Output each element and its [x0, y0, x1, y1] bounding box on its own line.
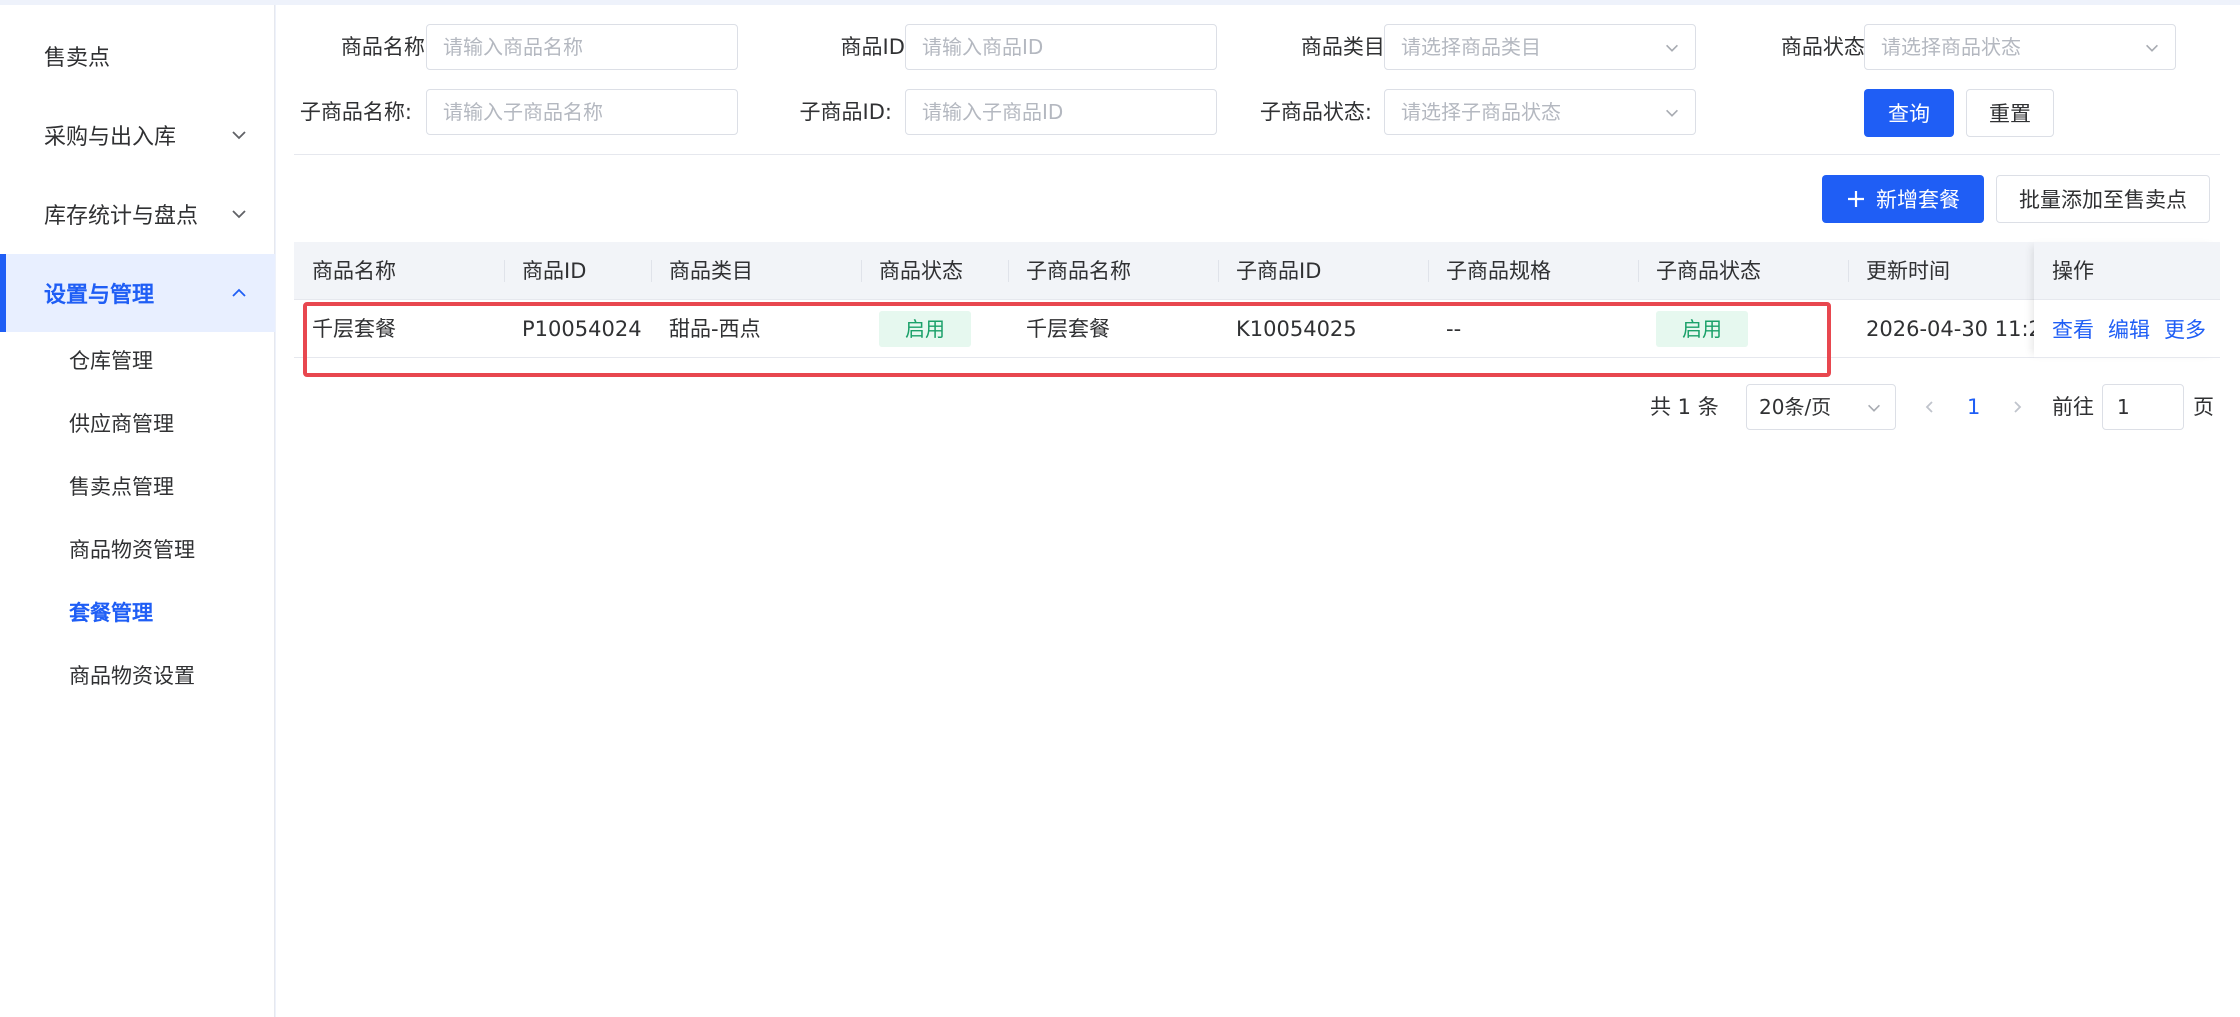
sub-name-label: 子商品名称:: [299, 100, 412, 124]
reset-button[interactable]: 重置: [1966, 89, 2054, 137]
chevron-down-icon: [1666, 109, 1678, 117]
page-number-current[interactable]: 1: [1967, 384, 1980, 430]
chevron-down-icon: [232, 131, 246, 140]
category-label: 商品类目:: [1300, 35, 1392, 59]
sidebar-subitem-goods-mgmt[interactable]: 商品物资管理: [0, 518, 275, 580]
column-header: 子商品ID: [1236, 259, 1322, 283]
status-badge: 启用: [1656, 311, 1748, 347]
sub-id-input[interactable]: [905, 89, 1217, 135]
product-name-input[interactable]: [426, 24, 738, 70]
chevron-down-icon: [1868, 404, 1880, 412]
sidebar-subitem-label: 仓库管理: [69, 349, 153, 373]
more-link[interactable]: 更多: [2164, 314, 2206, 344]
cell-updated: 2026-04-30 11:2: [1866, 317, 2034, 341]
sidebar-subitem-supplier[interactable]: 供应商管理: [0, 392, 275, 454]
add-package-label: 新增套餐: [1876, 188, 1960, 212]
add-package-button[interactable]: 新增套餐: [1822, 175, 1984, 223]
ops-column: 操作 查看 编辑 更多: [2034, 242, 2220, 358]
status-badge: 启用: [879, 311, 971, 347]
sub-status-select[interactable]: 请选择子商品状态: [1384, 89, 1696, 135]
sidebar-item-label: 设置与管理: [44, 283, 155, 308]
sidebar-item-label: 库存统计与盘点: [44, 204, 199, 229]
status-select-placeholder: 请选择商品状态: [1881, 35, 2021, 59]
sidebar-subitem-label: 商品物资管理: [69, 538, 195, 562]
status-label: 商品状态:: [1780, 35, 1872, 59]
chevron-down-icon: [232, 210, 246, 219]
table-header: 商品名称 商品ID 商品类目 商品状态 子商品名称 子商品ID 子商品规格 子商…: [294, 242, 2220, 300]
row-actions: 查看 编辑 更多: [2034, 300, 2220, 358]
sidebar-subitem-goods-settings[interactable]: 商品物资设置: [0, 644, 275, 706]
goto-page-input[interactable]: [2102, 384, 2184, 430]
sidebar-item-inventory[interactable]: 库存统计与盘点: [0, 175, 275, 253]
category-select[interactable]: 请选择商品类目: [1384, 24, 1696, 70]
sidebar-subitem-sales-point-mgmt[interactable]: 售卖点管理: [0, 455, 275, 517]
chevron-down-icon: [1666, 44, 1678, 52]
cell-status: 启用: [861, 300, 1008, 358]
column-header: 商品类目: [669, 259, 753, 283]
sidebar-item-purchase[interactable]: 采购与出入库: [0, 96, 275, 174]
column-header: 子商品状态: [1656, 259, 1761, 283]
chevron-down-icon: [2146, 44, 2158, 52]
page-size-value: 20条/页: [1759, 395, 1832, 419]
plus-icon: [1848, 191, 1864, 207]
sub-id-label: 子商品ID:: [799, 100, 892, 124]
chevron-up-icon: [232, 288, 246, 297]
column-header: 子商品名称: [1026, 259, 1131, 283]
column-header: 商品状态: [879, 259, 963, 283]
column-header: 操作: [2034, 242, 2220, 300]
cell-sub-status: 启用: [1638, 300, 1848, 358]
cell-sub-name: 千层套餐: [1026, 317, 1110, 341]
query-button[interactable]: 查询: [1864, 89, 1954, 137]
cell-sub-spec: --: [1446, 317, 1462, 341]
sidebar-item-label: 采购与出入库: [44, 125, 177, 150]
sidebar: 售卖点 采购与出入库 库存统计与盘点 设置与管理 仓库管理 供应商管理 售卖点管…: [0, 5, 275, 1017]
prev-page-button[interactable]: [1919, 384, 1941, 430]
batch-add-button[interactable]: 批量添加至售卖点: [1996, 175, 2210, 223]
cell-name: 千层套餐: [312, 317, 396, 341]
column-header: 商品名称: [312, 259, 396, 283]
table-row[interactable]: 千层套餐 P10054024 甜品-西点 启用 千层套餐 K10054025 -…: [294, 300, 2220, 358]
sidebar-item-label: 售卖点: [44, 46, 111, 71]
chevron-right-icon: [2014, 401, 2022, 413]
cell-sub-id: K10054025: [1236, 317, 1357, 341]
next-page-button[interactable]: [2006, 384, 2028, 430]
view-link[interactable]: 查看: [2052, 314, 2094, 344]
sub-name-input[interactable]: [426, 89, 738, 135]
category-select-placeholder: 请选择商品类目: [1401, 35, 1541, 59]
goto-label: 前往: [2052, 395, 2094, 419]
cell-category: 甜品-西点: [669, 317, 761, 341]
sidebar-item-sales-point[interactable]: 售卖点: [0, 17, 275, 95]
filter-divider: [294, 154, 2220, 155]
cell-id: P10054024: [522, 317, 642, 341]
product-id-input[interactable]: [905, 24, 1217, 70]
page-size-select[interactable]: 20条/页: [1746, 384, 1896, 430]
pagination-total: 共 1 条: [1650, 395, 1719, 419]
sub-status-label: 子商品状态:: [1259, 100, 1372, 124]
sub-status-select-placeholder: 请选择子商品状态: [1401, 100, 1561, 124]
main-content: 商品名称: 商品ID: 商品类目: 请选择商品类目 商品状态: 请选择商品状态 …: [276, 5, 2240, 1017]
status-select[interactable]: 请选择商品状态: [1864, 24, 2176, 70]
sidebar-subitem-warehouse[interactable]: 仓库管理: [0, 329, 275, 391]
product-name-label: 商品名称:: [340, 35, 432, 59]
column-header: 子商品规格: [1446, 259, 1551, 283]
page-suffix: 页: [2193, 395, 2214, 419]
column-header: 商品ID: [522, 259, 587, 283]
product-id-label: 商品ID:: [840, 35, 912, 59]
chevron-left-icon: [1925, 401, 1933, 413]
sidebar-subitem-label: 供应商管理: [69, 412, 174, 436]
sidebar-subitem-package-mgmt[interactable]: 套餐管理: [0, 581, 275, 643]
edit-link[interactable]: 编辑: [2108, 314, 2150, 344]
sidebar-subitem-label: 套餐管理: [69, 601, 153, 625]
column-header: 更新时间: [1866, 259, 1950, 283]
sidebar-item-settings[interactable]: 设置与管理: [0, 254, 275, 332]
sidebar-subitem-label: 售卖点管理: [69, 475, 174, 499]
sidebar-subitem-label: 商品物资设置: [69, 664, 195, 688]
